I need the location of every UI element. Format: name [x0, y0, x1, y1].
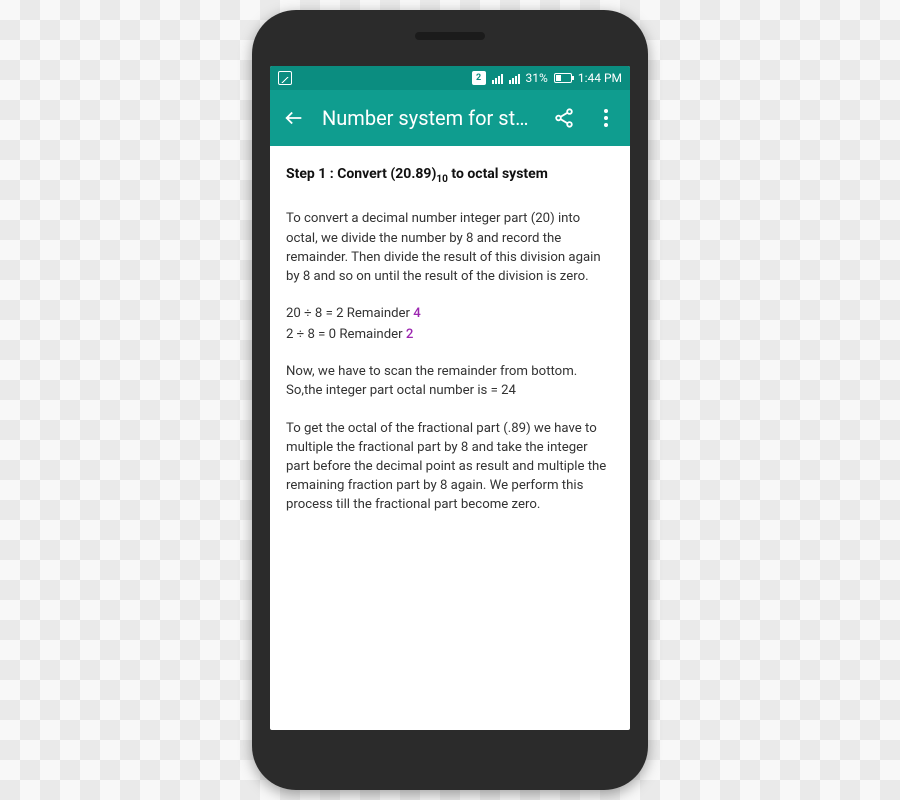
step-heading-prefix: Step 1 : Convert (20.89): [286, 166, 436, 182]
screen: 2 31% 1:44 PM Number system for st…: [270, 66, 630, 730]
overflow-menu-button[interactable]: [592, 104, 620, 132]
calc-expr-2: 2 ÷ 8 = 0 Remainder: [286, 327, 406, 342]
signal-icon-2: [509, 72, 520, 84]
share-button[interactable]: [550, 104, 578, 132]
content-area[interactable]: Step 1 : Convert (20.89)10 to octal syst…: [270, 146, 630, 730]
status-bar: 2 31% 1:44 PM: [270, 66, 630, 90]
signal-icon: [492, 72, 503, 84]
calc-line-2: 2 ÷ 8 = 0 Remainder 2: [286, 325, 614, 344]
step-heading: Step 1 : Convert (20.89)10 to octal syst…: [286, 164, 614, 187]
calc-line-1: 20 ÷ 8 = 2 Remainder 4: [286, 304, 614, 323]
battery-icon: [554, 73, 572, 83]
back-button[interactable]: [280, 104, 308, 132]
paragraph-2: Now, we have to scan the remainder from …: [286, 362, 614, 400]
calc-remainder-2: 2: [406, 327, 414, 342]
calc-expr-1: 20 ÷ 8 = 2 Remainder: [286, 306, 413, 321]
calculation-block: 20 ÷ 8 = 2 Remainder 4 2 ÷ 8 = 0 Remaind…: [286, 304, 614, 344]
arrow-left-icon: [283, 107, 305, 129]
calc-remainder-1: 4: [413, 306, 421, 321]
phone-frame: 2 31% 1:44 PM Number system for st…: [252, 10, 648, 790]
step-heading-suffix: to octal system: [448, 166, 548, 182]
clock-text: 1:44 PM: [578, 71, 622, 85]
sim-icon: 2: [472, 71, 486, 85]
paragraph-3: To get the octal of the fractional part …: [286, 419, 614, 515]
app-bar: Number system for st…: [270, 90, 630, 146]
paragraph-1: To convert a decimal number integer part…: [286, 209, 614, 286]
step-heading-subscript: 10: [436, 174, 448, 185]
share-icon: [553, 107, 575, 129]
image-icon: [278, 71, 292, 85]
more-vert-icon: [604, 109, 608, 127]
battery-text: 31%: [526, 71, 548, 85]
page-title: Number system for st…: [322, 106, 536, 130]
